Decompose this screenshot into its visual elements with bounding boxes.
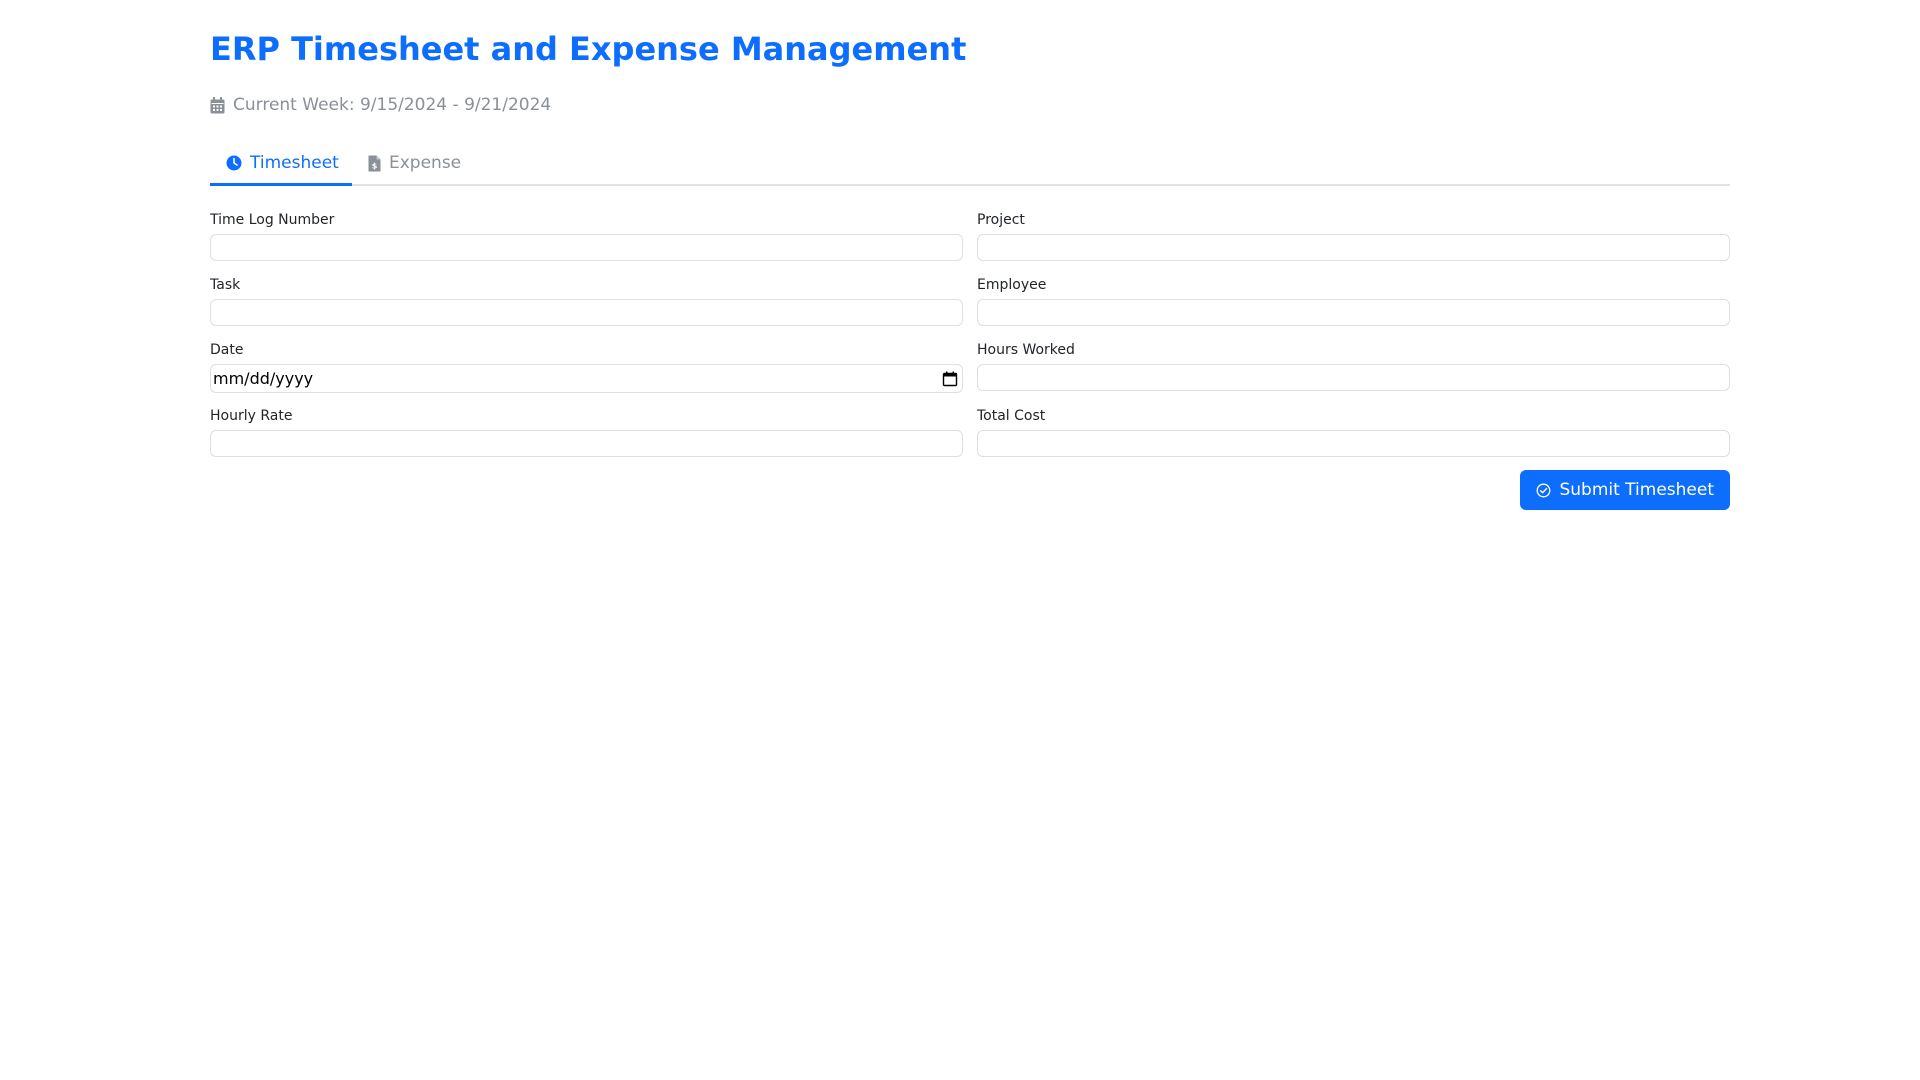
employee-field: Employee <box>977 275 1730 326</box>
date-label: Date <box>210 342 244 358</box>
tab-expense[interactable]: $ Expense <box>368 142 461 184</box>
submit-timesheet-label: Submit Timesheet <box>1559 480 1714 500</box>
time-log-number-field: Time Log Number <box>210 210 963 261</box>
total-cost-label: Total Cost <box>977 408 1046 424</box>
tab-expense-label: Expense <box>389 153 462 173</box>
project-input[interactable] <box>977 234 1730 261</box>
total-cost-input[interactable] <box>977 430 1730 457</box>
task-input[interactable] <box>210 299 963 326</box>
tab-timesheet-label: Timesheet <box>250 152 339 173</box>
time-log-number-label: Time Log Number <box>210 212 335 228</box>
hourly-rate-label: Hourly Rate <box>210 408 293 424</box>
tab-bar: Timesheet $ Expense <box>210 142 1730 186</box>
calendar-icon <box>210 96 225 114</box>
hourly-rate-field: Hourly Rate <box>210 406 963 457</box>
task-field: Task <box>210 275 963 326</box>
project-label: Project <box>977 212 1025 228</box>
date-input[interactable]: mm/dd/yyyy <box>210 364 963 393</box>
hours-worked-input[interactable] <box>977 364 1730 391</box>
employee-label: Employee <box>977 277 1047 293</box>
current-week: Current Week: 9/15/2024 - 9/21/2024 <box>210 93 551 117</box>
time-log-number-input[interactable] <box>210 234 963 261</box>
submit-timesheet-button[interactable]: Submit Timesheet <box>1520 470 1730 510</box>
clock-icon <box>226 155 242 171</box>
tab-timesheet[interactable]: Timesheet <box>210 142 352 186</box>
employee-input[interactable] <box>977 299 1730 326</box>
page-title: ERP Timesheet and Expense Management <box>210 30 967 68</box>
project-field: Project <box>977 210 1730 261</box>
calendar-picker-icon[interactable] <box>942 371 958 387</box>
check-circle-icon <box>1536 483 1551 498</box>
svg-text:$: $ <box>372 161 378 170</box>
current-week-text: Current Week: 9/15/2024 - 9/21/2024 <box>233 95 552 115</box>
task-label: Task <box>210 277 241 293</box>
receipt-icon: $ <box>368 155 381 172</box>
date-placeholder: mm/dd/yyyy <box>213 369 314 388</box>
hours-worked-label: Hours Worked <box>977 342 1075 358</box>
hourly-rate-input[interactable] <box>210 430 963 457</box>
date-field: Date mm/dd/yyyy <box>210 340 963 393</box>
total-cost-field: Total Cost <box>977 406 1730 457</box>
hours-worked-field: Hours Worked <box>977 340 1730 391</box>
